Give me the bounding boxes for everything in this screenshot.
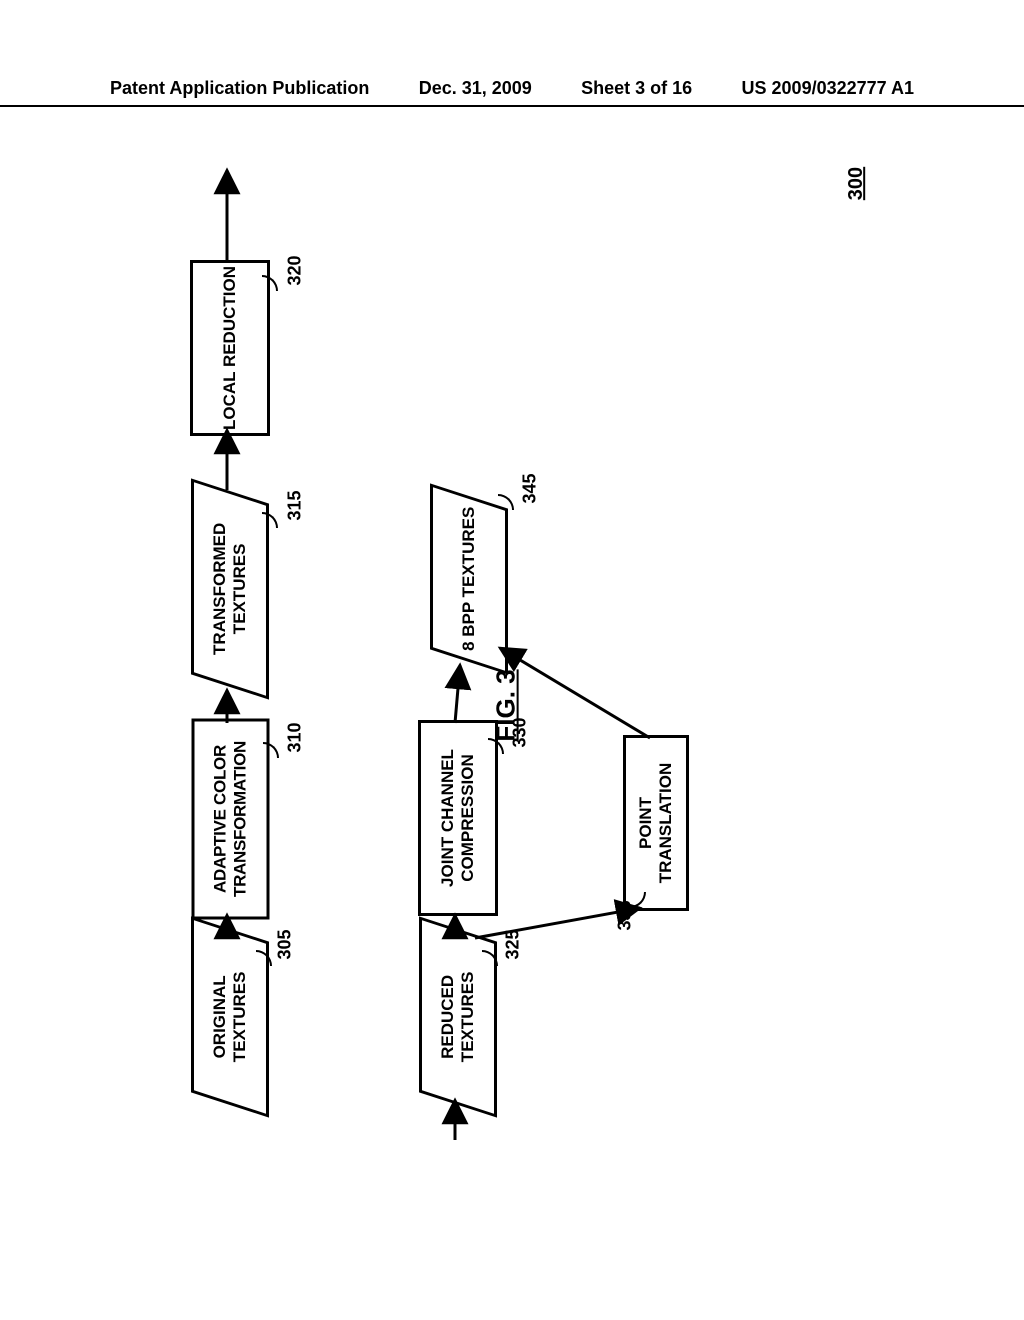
header-sheet: Sheet 3 of 16 [581, 78, 692, 99]
header-pub-type: Patent Application Publication [110, 78, 369, 99]
header-date: Dec. 31, 2009 [419, 78, 532, 99]
figure-area: 300 ORIGINAL TEXTURES 305 ADAPTIVE COLOR… [170, 130, 890, 1160]
page: Patent Application Publication Dec. 31, … [0, 0, 1024, 1320]
flow-arrows [170, 130, 890, 1160]
header-pub-no: US 2009/0322777 A1 [742, 78, 914, 99]
page-header: Patent Application Publication Dec. 31, … [0, 78, 1024, 107]
